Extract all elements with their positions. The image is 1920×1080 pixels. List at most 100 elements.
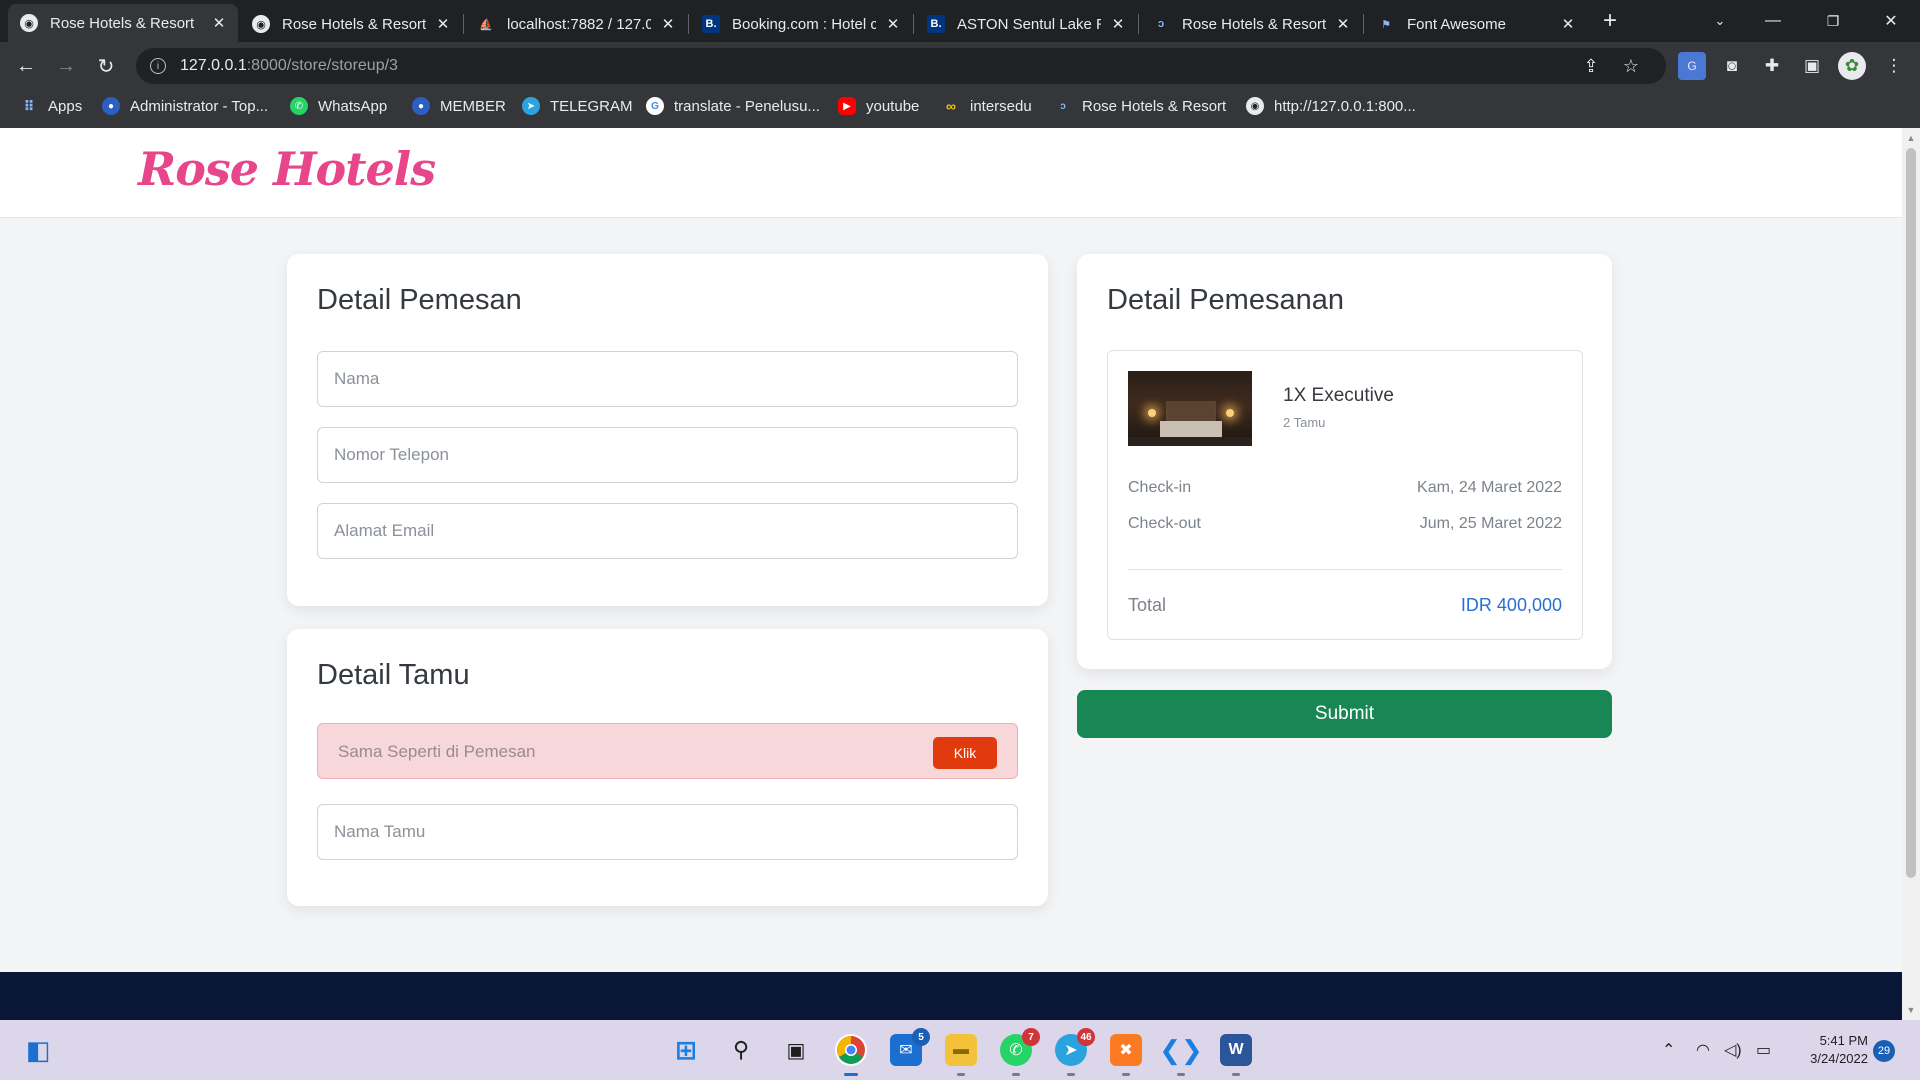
minimize-button[interactable]: — xyxy=(1750,0,1796,42)
tab-label: Font Awesome xyxy=(1407,15,1506,33)
widgets-icon[interactable]: ◧ xyxy=(22,1034,54,1066)
bookmark-star-icon[interactable]: ☆ xyxy=(1616,48,1646,84)
nama-tamu-input[interactable] xyxy=(317,804,1018,860)
wifi-icon[interactable]: ◠ xyxy=(1696,1040,1710,1060)
bookmark-rose-hotels[interactable]: ↄ Rose Hotels & Resort xyxy=(1054,90,1226,122)
back-arrow-icon[interactable]: ← xyxy=(10,50,42,82)
bookmark-localhost[interactable]: ◉ http://127.0.0.1:800... xyxy=(1246,90,1416,122)
tab-search-icon[interactable]: ⌄ xyxy=(1697,0,1743,42)
close-icon[interactable]: ✕ xyxy=(659,15,677,33)
telegram-icon[interactable]: ➤ 46 xyxy=(1055,1028,1095,1076)
nomor-telepon-input[interactable] xyxy=(317,427,1018,483)
nama-input[interactable] xyxy=(317,351,1018,407)
bookmark-telegram[interactable]: ➤ TELEGRAM xyxy=(522,90,633,122)
tab-separator xyxy=(1138,14,1139,34)
intersedu-icon: ∞ xyxy=(946,98,956,114)
globe-icon: ◉ xyxy=(252,15,270,33)
checkin-label: Check-in xyxy=(1128,479,1192,496)
volume-icon[interactable]: ◁) xyxy=(1724,1040,1742,1060)
restore-button[interactable]: ❐ xyxy=(1810,0,1856,42)
notification-count-badge[interactable]: 29 xyxy=(1873,1040,1895,1062)
forward-arrow-icon[interactable]: → xyxy=(50,50,82,82)
google-icon: G xyxy=(646,97,664,115)
xampp-icon[interactable]: ✖ xyxy=(1110,1034,1142,1076)
url-host: 127.0.0.1 xyxy=(180,57,247,74)
bookmark-administrator[interactable]: ● Administrator - Top... xyxy=(102,90,268,122)
tab-font-awesome[interactable]: ⚑ Font Awesome ✕ xyxy=(1365,6,1587,42)
bookmark-intersedu[interactable]: ∞ intersedu xyxy=(942,90,1032,122)
booking-icon: B. xyxy=(927,15,945,33)
close-icon[interactable]: ✕ xyxy=(434,15,452,33)
chrome-icon[interactable] xyxy=(835,1034,867,1076)
close-icon[interactable]: ✕ xyxy=(1559,15,1577,33)
new-tab-button[interactable]: + xyxy=(1587,0,1633,42)
windows-taskbar: ◧ ⊞ ⚲ ▣ ✉ 5 ▬ ✆ 7 ➤ 46 ✖ ❮❯ W ⌃ ◠ ◁) ▭ 5… xyxy=(0,1020,1920,1080)
bookmark-apps[interactable]: ⠿ Apps xyxy=(20,90,83,122)
camera-extension-icon[interactable]: ◙ xyxy=(1718,52,1746,80)
tab-label: Rose Hotels & Resort xyxy=(282,15,426,33)
alamat-email-input[interactable] xyxy=(317,503,1018,559)
scroll-up-arrow-icon[interactable]: ▲ xyxy=(1902,130,1920,146)
side-panel-icon[interactable]: ▣ xyxy=(1798,52,1826,80)
mail-icon[interactable]: ✉ 5 xyxy=(890,1028,930,1066)
tab-phpmyadmin[interactable]: ⛵ localhost:7882 / 127.0 ✕ xyxy=(465,6,687,42)
card-detail-tamu: Detail Tamu Sama Seperti di Pemesan Klik xyxy=(287,629,1048,906)
close-icon[interactable]: ✕ xyxy=(1334,15,1352,33)
tab-rose-hotels-2[interactable]: ◉ Rose Hotels & Resort ✕ xyxy=(240,6,462,42)
profile-avatar[interactable]: ✿ xyxy=(1838,52,1866,80)
page-scrollbar[interactable]: ▲ ▼ xyxy=(1902,128,1920,1020)
scroll-down-arrow-icon[interactable]: ▼ xyxy=(1902,1002,1920,1018)
running-indicator xyxy=(1122,1073,1130,1076)
youtube-icon: ▶ xyxy=(838,97,856,115)
scrollbar-thumb[interactable] xyxy=(1906,148,1916,878)
close-icon[interactable]: ✕ xyxy=(1109,15,1127,33)
close-icon[interactable]: ✕ xyxy=(210,14,228,32)
address-bar[interactable]: i 127.0.0.1:8000/store/storeup/3 ⇪ ☆ xyxy=(136,48,1666,84)
start-windows-icon[interactable]: ⊞ xyxy=(670,1034,702,1066)
reload-icon[interactable]: ↻ xyxy=(90,50,122,82)
translate-extension-icon[interactable]: G xyxy=(1678,52,1706,80)
tab-rose-hotels-3[interactable]: ↄ Rose Hotels & Resort ✕ xyxy=(1140,6,1362,42)
info-icon[interactable]: i xyxy=(150,58,166,74)
running-indicator xyxy=(844,1073,858,1076)
clock-date: 3/24/2022 xyxy=(1810,1051,1868,1066)
close-window-button[interactable]: ✕ xyxy=(1868,0,1914,42)
bookmark-whatsapp[interactable]: ✆ WhatsApp xyxy=(290,90,387,122)
page-viewport: Rose Hotels Detail Pemesan Detail Tamu S… xyxy=(0,128,1902,1020)
tab-rose-hotels-active[interactable]: ◉ Rose Hotels & Resort ✕ xyxy=(8,4,238,42)
room-name: 1X Executive xyxy=(1283,385,1394,406)
flag-icon: ⚑ xyxy=(1381,18,1391,31)
whatsapp-icon[interactable]: ✆ 7 xyxy=(1000,1028,1040,1076)
bookmark-label: Apps xyxy=(48,97,83,115)
vscode-icon[interactable]: ❮❯ xyxy=(1159,1034,1203,1076)
close-icon[interactable]: ✕ xyxy=(884,15,902,33)
word-icon[interactable]: W xyxy=(1220,1034,1252,1076)
battery-icon[interactable]: ▭ xyxy=(1756,1040,1771,1060)
system-clock[interactable]: 5:41 PM 3/24/2022 xyxy=(1790,1032,1868,1068)
bookmark-youtube[interactable]: ▶ youtube xyxy=(838,90,919,122)
extensions-puzzle-icon[interactable]: ✚ xyxy=(1758,52,1786,80)
same-as-pemesan-alert: Sama Seperti di Pemesan Klik xyxy=(317,723,1018,779)
tab-aston[interactable]: B. ASTON Sentul Lake Re ✕ xyxy=(915,6,1137,42)
checkin-value: Kam, 24 Maret 2022 xyxy=(1417,479,1562,496)
bookmark-translate[interactable]: G translate - Penelusu... xyxy=(646,90,820,122)
admin-icon: ● xyxy=(102,97,120,115)
menu-kebab-icon[interactable]: ⋮ xyxy=(1880,52,1908,80)
brand-logo[interactable]: Rose Hotels xyxy=(138,142,436,196)
task-view-icon[interactable]: ▣ xyxy=(780,1034,812,1066)
guest-count: 2 Tamu xyxy=(1283,415,1326,430)
bookmark-member[interactable]: ● MEMBER xyxy=(412,90,506,122)
checkout-value: Jum, 25 Maret 2022 xyxy=(1419,515,1562,532)
chevron-up-icon[interactable]: ⌃ xyxy=(1662,1040,1675,1060)
site-header: Rose Hotels xyxy=(0,128,1902,218)
file-explorer-icon[interactable]: ▬ xyxy=(945,1034,977,1076)
klik-button[interactable]: Klik xyxy=(933,737,997,769)
running-indicator xyxy=(1177,1073,1185,1076)
tab-booking[interactable]: B. Booking.com : Hotel c ✕ xyxy=(690,6,912,42)
share-icon[interactable]: ⇪ xyxy=(1576,48,1606,84)
checkout-label: Check-out xyxy=(1128,515,1201,532)
tab-separator xyxy=(463,14,464,34)
search-icon[interactable]: ⚲ xyxy=(725,1034,757,1066)
running-indicator xyxy=(1232,1073,1240,1076)
submit-button[interactable]: Submit xyxy=(1077,690,1612,738)
